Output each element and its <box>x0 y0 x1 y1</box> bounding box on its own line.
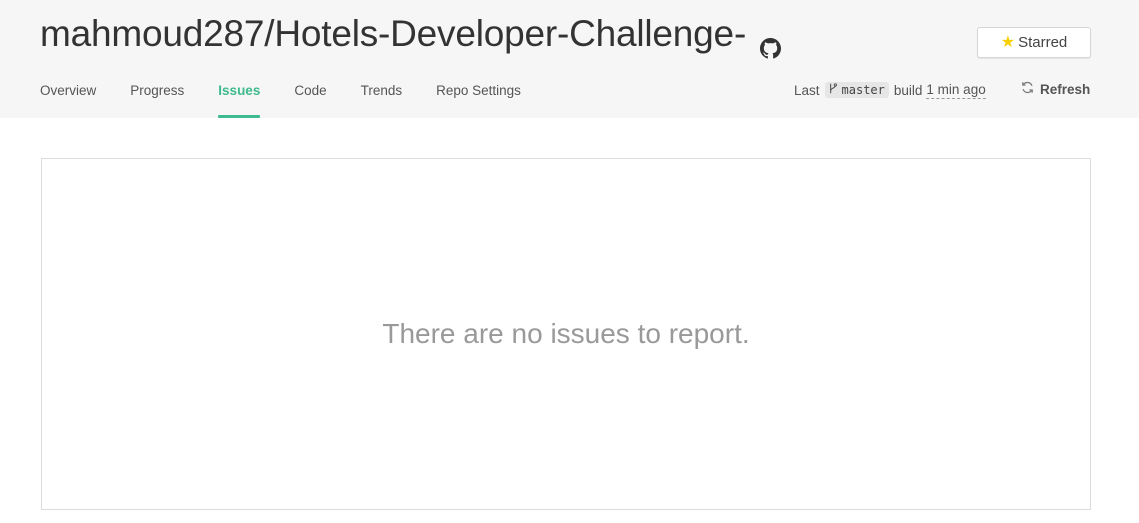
tab-overview[interactable]: Overview <box>40 80 96 118</box>
tab-issues[interactable]: Issues <box>218 80 261 118</box>
branch-badge: master <box>824 82 889 98</box>
github-icon[interactable] <box>760 26 782 58</box>
star-icon: ★ <box>1000 33 1016 51</box>
last-build-info: Last master build 1 min ago <box>794 80 986 100</box>
repo-name[interactable]: mahmoud287/Hotels-Developer-Challenge- <box>40 13 746 55</box>
refresh-button[interactable]: Refresh <box>1021 81 1090 98</box>
tab-trends[interactable]: Trends <box>361 80 403 118</box>
page-header: mahmoud287/Hotels-Developer-Challenge- ★… <box>0 0 1139 118</box>
repo-tabs: Overview Progress Issues Code Trends Rep… <box>40 80 555 118</box>
refresh-label: Refresh <box>1040 82 1091 97</box>
tab-code[interactable]: Code <box>294 80 326 118</box>
repo-title: mahmoud287/Hotels-Developer-Challenge- <box>40 13 782 58</box>
empty-issues-message: There are no issues to report. <box>382 318 750 349</box>
tab-repo-settings[interactable]: Repo Settings <box>436 80 521 118</box>
starred-label: Starred <box>1018 34 1068 51</box>
build-middle: build <box>893 82 923 98</box>
tab-progress[interactable]: Progress <box>130 80 184 118</box>
refresh-icon <box>1021 81 1034 98</box>
starred-button[interactable]: ★ Starred <box>977 27 1091 58</box>
branch-icon <box>829 83 837 97</box>
issues-panel: There are no issues to report. <box>41 158 1091 510</box>
build-prefix: Last <box>794 82 820 98</box>
branch-name: master <box>841 83 885 97</box>
build-time-link[interactable]: 1 min ago <box>926 82 986 99</box>
